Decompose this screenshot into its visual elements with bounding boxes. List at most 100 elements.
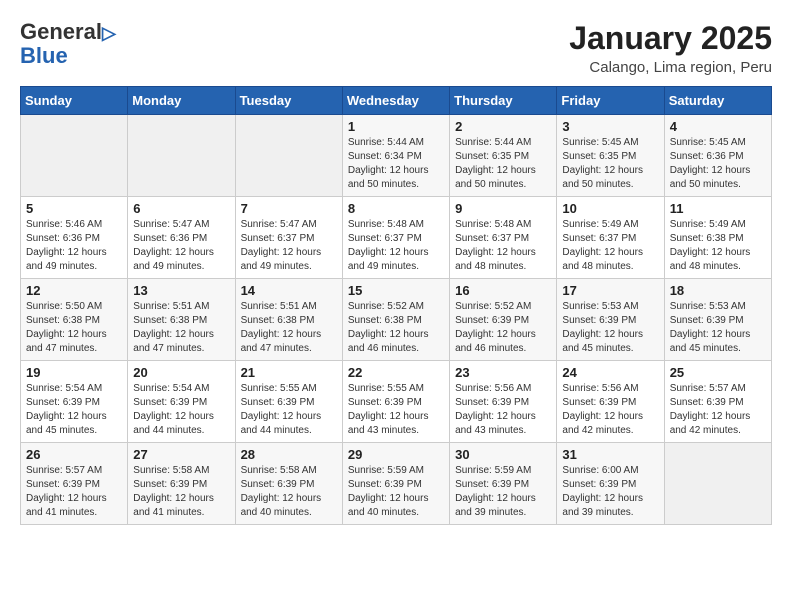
calendar-cell: 31Sunrise: 6:00 AM Sunset: 6:39 PM Dayli… [557, 443, 664, 525]
calendar-cell: 25Sunrise: 5:57 AM Sunset: 6:39 PM Dayli… [664, 361, 771, 443]
weekday-header-row: SundayMondayTuesdayWednesdayThursdayFrid… [21, 87, 772, 115]
day-number: 2 [455, 119, 551, 134]
day-number: 17 [562, 283, 658, 298]
day-number: 30 [455, 447, 551, 462]
calendar-cell: 28 Sunrise: 5:58 AM Sunset: 6:39 PM Dayli… [235, 443, 342, 525]
day-info: Sunrise: 5:54 AM Sunset: 6:39 PM Dayligh… [26, 382, 122, 438]
calendar-cell: 20Sunrise: 5:54 AM Sunset: 6:39 PM Dayli… [128, 361, 235, 443]
calendar-cell: 2 Sunrise: 5:44 AM Sunset: 6:35 PM Daylig… [450, 115, 557, 197]
calendar-cell: 4Sunrise: 5:45 AM Sunset: 6:36 PM Daylig… [664, 115, 771, 197]
calendar-cell: 22 Sunrise: 5:55 AM Sunset: 6:39 PM Dayli… [342, 361, 449, 443]
day-number: 23 [455, 365, 551, 380]
weekday-header-thursday: Thursday [450, 87, 557, 115]
day-info: Sunrise: 5:59 AM Sunset: 6:39 PM Dayligh… [348, 464, 444, 520]
day-info: Sunrise: 5:45 AM Sunset: 6:35 PM Dayligh… [562, 136, 658, 192]
calendar-cell: 6 Sunrise: 5:47 AM Sunset: 6:36 PM Daylig… [128, 197, 235, 279]
day-info: Sunrise: 5:59 AM Sunset: 6:39 PM Dayligh… [455, 464, 551, 520]
day-info: Sunrise: 5:51 AM Sunset: 6:38 PM Dayligh… [241, 300, 337, 356]
calendar-subtitle: Calango, Lima region, Peru [569, 59, 772, 76]
day-number: 15 [348, 283, 444, 298]
title-block: January 2025 Calango, Lima region, Peru [569, 20, 772, 76]
day-number: 6 [133, 201, 229, 216]
weekday-header-saturday: Saturday [664, 87, 771, 115]
day-number: 28 [241, 447, 337, 462]
day-number: 22 [348, 365, 444, 380]
calendar-cell: 27 Sunrise: 5:58 AM Sunset: 6:39 PM Dayli… [128, 443, 235, 525]
day-info: Sunrise: 5:55 AM Sunset: 6:39 PM Dayligh… [348, 382, 444, 438]
calendar-cell: 7Sunrise: 5:47 AM Sunset: 6:37 PM Daylig… [235, 197, 342, 279]
calendar-week-1: 1Sunrise: 5:44 AM Sunset: 6:34 PM Daylig… [21, 115, 772, 197]
calendar-cell: 9 Sunrise: 5:48 AM Sunset: 6:37 PM Daylig… [450, 197, 557, 279]
calendar-cell: 19 Sunrise: 5:54 AM Sunset: 6:39 PM Dayli… [21, 361, 128, 443]
day-number: 7 [241, 201, 337, 216]
weekday-header-monday: Monday [128, 87, 235, 115]
day-info: Sunrise: 5:47 AM Sunset: 6:36 PM Dayligh… [133, 218, 229, 274]
day-number: 3 [562, 119, 658, 134]
calendar-cell: 23 Sunrise: 5:56 AM Sunset: 6:39 PM Dayli… [450, 361, 557, 443]
calendar-cell: 24 Sunrise: 5:56 AM Sunset: 6:39 PM Dayli… [557, 361, 664, 443]
calendar-table: SundayMondayTuesdayWednesdayThursdayFrid… [20, 86, 772, 525]
day-info: Sunrise: 5:58 AM Sunset: 6:39 PM Dayligh… [241, 464, 337, 520]
logo: General▷ Blue [20, 20, 116, 68]
day-info: Sunrise: 5:44 AM Sunset: 6:35 PM Dayligh… [455, 136, 551, 192]
day-info: Sunrise: 5:49 AM Sunset: 6:37 PM Dayligh… [562, 218, 658, 274]
calendar-cell: 15 Sunrise: 5:52 AM Sunset: 6:38 PM Dayli… [342, 279, 449, 361]
day-info: Sunrise: 5:58 AM Sunset: 6:39 PM Dayligh… [133, 464, 229, 520]
calendar-cell: 3 Sunrise: 5:45 AM Sunset: 6:35 PM Daylig… [557, 115, 664, 197]
logo-icon-bird: ▷ [102, 23, 116, 43]
weekday-header-wednesday: Wednesday [342, 87, 449, 115]
day-info: Sunrise: 5:50 AM Sunset: 6:38 PM Dayligh… [26, 300, 122, 356]
day-number: 29 [348, 447, 444, 462]
calendar-cell [128, 115, 235, 197]
calendar-cell [21, 115, 128, 197]
day-number: 4 [670, 119, 766, 134]
calendar-cell: 21 Sunrise: 5:55 AM Sunset: 6:39 PM Dayli… [235, 361, 342, 443]
calendar-cell: 11 Sunrise: 5:49 AM Sunset: 6:38 PM Dayli… [664, 197, 771, 279]
day-number: 21 [241, 365, 337, 380]
day-info: Sunrise: 5:51 AM Sunset: 6:38 PM Dayligh… [133, 300, 229, 356]
calendar-title: January 2025 [569, 20, 772, 57]
calendar-cell: 1Sunrise: 5:44 AM Sunset: 6:34 PM Daylig… [342, 115, 449, 197]
day-info: Sunrise: 5:46 AM Sunset: 6:36 PM Dayligh… [26, 218, 122, 274]
day-number: 24 [562, 365, 658, 380]
day-info: Sunrise: 5:49 AM Sunset: 6:38 PM Dayligh… [670, 218, 766, 274]
calendar-cell: 17Sunrise: 5:53 AM Sunset: 6:39 PM Dayli… [557, 279, 664, 361]
calendar-cell: 29 Sunrise: 5:59 AM Sunset: 6:39 PM Dayli… [342, 443, 449, 525]
weekday-header-friday: Friday [557, 87, 664, 115]
calendar-week-3: 12Sunrise: 5:50 AM Sunset: 6:38 PM Dayli… [21, 279, 772, 361]
calendar-cell [235, 115, 342, 197]
calendar-cell: 13 Sunrise: 5:51 AM Sunset: 6:38 PM Dayli… [128, 279, 235, 361]
day-number: 9 [455, 201, 551, 216]
calendar-week-2: 5 Sunrise: 5:46 AM Sunset: 6:36 PM Daylig… [21, 197, 772, 279]
day-info: Sunrise: 5:48 AM Sunset: 6:37 PM Dayligh… [455, 218, 551, 274]
day-number: 18 [670, 283, 766, 298]
day-number: 27 [133, 447, 229, 462]
weekday-header-sunday: Sunday [21, 87, 128, 115]
day-info: Sunrise: 5:56 AM Sunset: 6:39 PM Dayligh… [455, 382, 551, 438]
calendar-cell: 5 Sunrise: 5:46 AM Sunset: 6:36 PM Daylig… [21, 197, 128, 279]
calendar-week-4: 19 Sunrise: 5:54 AM Sunset: 6:39 PM Dayli… [21, 361, 772, 443]
calendar-cell: 8Sunrise: 5:48 AM Sunset: 6:37 PM Daylig… [342, 197, 449, 279]
day-number: 10 [562, 201, 658, 216]
day-number: 14 [241, 283, 337, 298]
calendar-cell: 16 Sunrise: 5:52 AM Sunset: 6:39 PM Dayli… [450, 279, 557, 361]
calendar-cell: 30 Sunrise: 5:59 AM Sunset: 6:39 PM Dayli… [450, 443, 557, 525]
day-number: 13 [133, 283, 229, 298]
day-number: 5 [26, 201, 122, 216]
calendar-cell: 18Sunrise: 5:53 AM Sunset: 6:39 PM Dayli… [664, 279, 771, 361]
day-info: Sunrise: 5:56 AM Sunset: 6:39 PM Dayligh… [562, 382, 658, 438]
page-header: General▷ Blue January 2025 Calango, Lima… [20, 20, 772, 76]
day-number: 19 [26, 365, 122, 380]
day-info: Sunrise: 5:55 AM Sunset: 6:39 PM Dayligh… [241, 382, 337, 438]
day-number: 11 [670, 201, 766, 216]
day-number: 1 [348, 119, 444, 134]
day-info: Sunrise: 5:52 AM Sunset: 6:39 PM Dayligh… [455, 300, 551, 356]
day-info: Sunrise: 5:57 AM Sunset: 6:39 PM Dayligh… [26, 464, 122, 520]
day-number: 16 [455, 283, 551, 298]
logo-blue: Blue [20, 43, 68, 68]
logo-general: General [20, 19, 102, 44]
day-info: Sunrise: 6:00 AM Sunset: 6:39 PM Dayligh… [562, 464, 658, 520]
day-info: Sunrise: 5:52 AM Sunset: 6:38 PM Dayligh… [348, 300, 444, 356]
calendar-cell: 26Sunrise: 5:57 AM Sunset: 6:39 PM Dayli… [21, 443, 128, 525]
weekday-header-tuesday: Tuesday [235, 87, 342, 115]
